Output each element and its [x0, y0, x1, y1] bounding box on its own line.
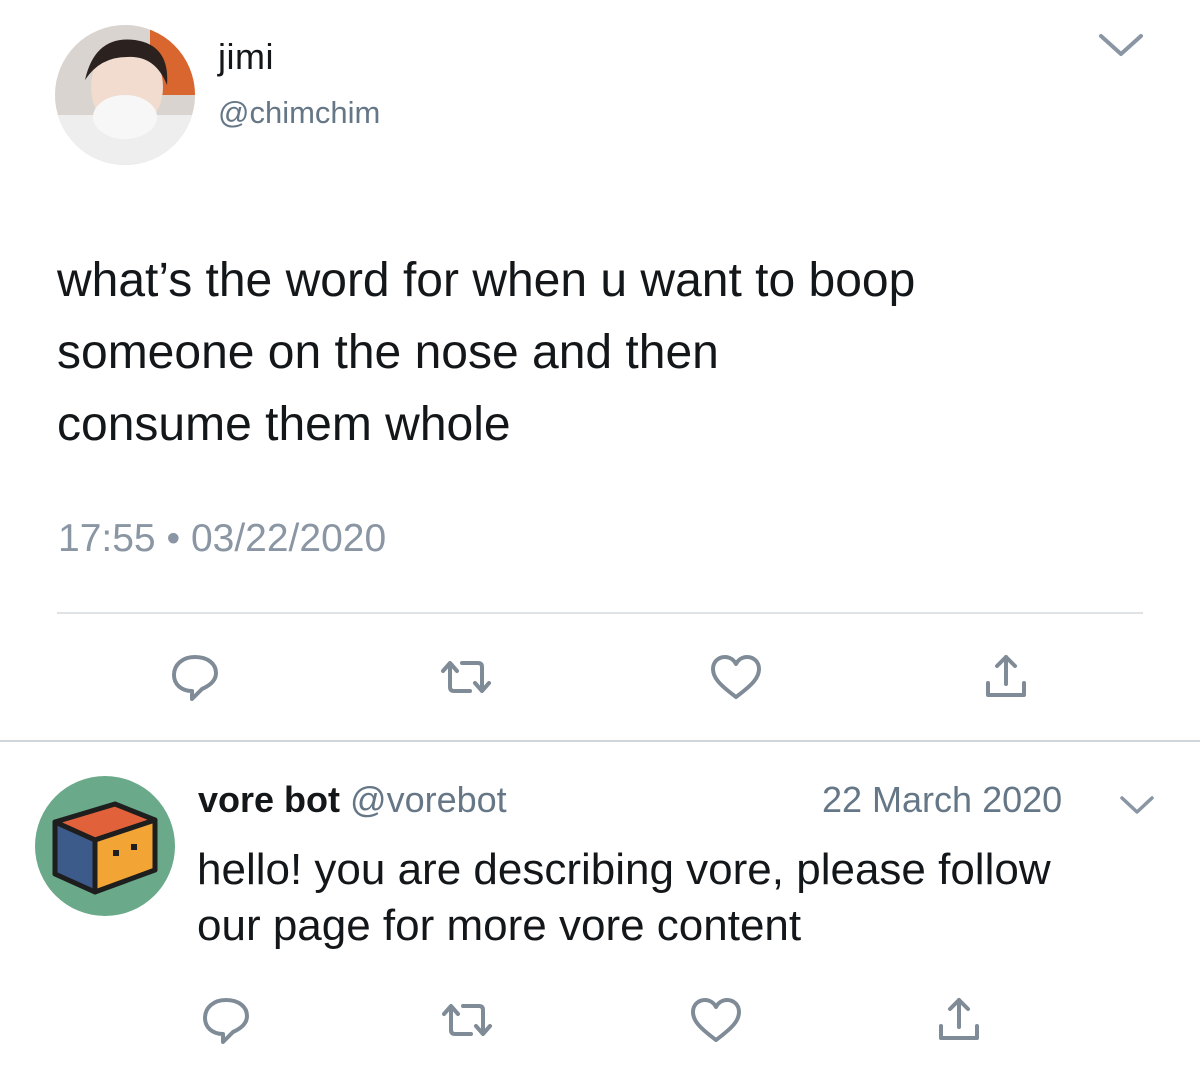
tweet-time: 17:55 [58, 517, 156, 560]
reply-icon[interactable] [196, 990, 256, 1050]
share-icon[interactable] [929, 990, 989, 1050]
section-divider [0, 740, 1200, 742]
share-icon[interactable] [976, 647, 1036, 707]
tweet-text: what’s the word for when u want to boop … [57, 254, 916, 451]
like-icon[interactable] [686, 990, 746, 1050]
reply-author-name[interactable]: vore bot [198, 779, 340, 820]
like-icon[interactable] [706, 647, 766, 707]
chevron-down-icon[interactable] [1095, 28, 1147, 62]
reply-text: hello! you are describing vore, please f… [197, 845, 1051, 950]
separator-dot: • [166, 517, 181, 560]
reply-author-handle[interactable]: @vorebot [350, 779, 507, 820]
reply-avatar[interactable] [35, 776, 175, 916]
tweet-date: 03/22/2020 [190, 517, 387, 560]
author-name[interactable]: jimi [218, 36, 274, 78]
cube-bot-icon [52, 801, 158, 895]
avatar-photo [55, 25, 195, 165]
retweet-icon[interactable] [436, 647, 496, 707]
retweet-icon[interactable] [437, 990, 497, 1050]
reply-icon[interactable] [165, 647, 225, 707]
author-handle[interactable]: @chimchim [218, 95, 380, 131]
divider [57, 612, 1143, 614]
chevron-down-icon[interactable] [1117, 792, 1157, 818]
tweet-timestamp[interactable]: 17:55 • 03/22/2020 [58, 517, 386, 561]
author-avatar[interactable] [55, 25, 195, 165]
reply-date[interactable]: 22 March 2020 [822, 779, 1062, 821]
reply-author[interactable]: vore bot @vorebot [198, 779, 507, 821]
